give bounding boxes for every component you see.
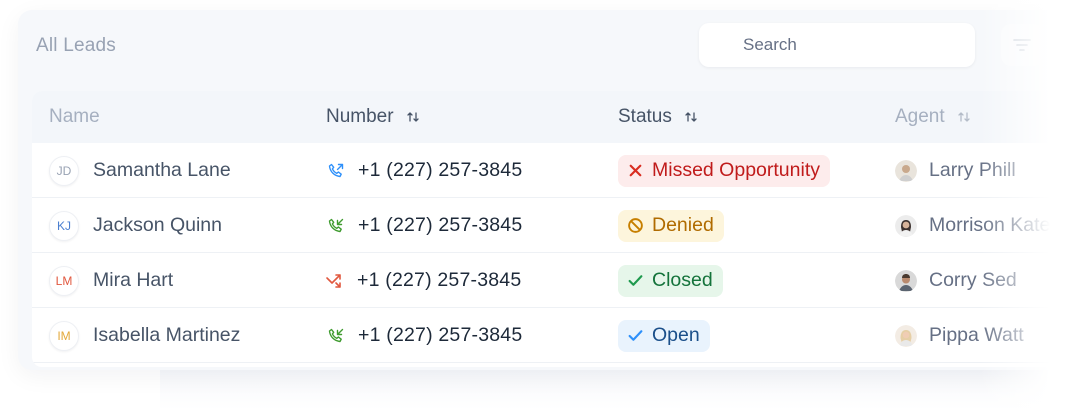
column-header-agent[interactable]: Agent xyxy=(895,106,971,128)
agent-cell: Morrison Kate xyxy=(895,198,1050,253)
column-header-number[interactable]: Number xyxy=(326,106,420,128)
panel-header: All Leads xyxy=(18,10,1064,82)
number-cell: +1 (227) 257-3845 xyxy=(326,198,522,253)
lead-name-cell: IM Isabella Martinez xyxy=(49,308,240,363)
lead-name[interactable]: Mira Hart xyxy=(93,269,173,292)
number-cell: +1 (227) 257-3845 xyxy=(326,143,522,198)
agent-name[interactable]: Pippa Watt xyxy=(929,324,1024,347)
status-cell: Open xyxy=(618,308,710,363)
agent-cell: Corry Sed xyxy=(895,253,1017,308)
incoming-call-icon xyxy=(328,163,344,177)
lead-name-cell: KJ Jackson Quinn xyxy=(49,198,222,253)
agent-name[interactable]: Corry Sed xyxy=(929,269,1017,292)
status-badge: Missed Opportunity xyxy=(618,154,830,187)
column-header-label: Agent xyxy=(895,106,945,127)
status-cell: Denied xyxy=(618,198,724,253)
agent-avatar-larry xyxy=(895,159,917,182)
search-input[interactable] xyxy=(743,23,963,67)
sort-icon[interactable] xyxy=(684,110,698,124)
number-cell: +1 (227) 257-3845 xyxy=(326,308,522,363)
agent-name[interactable]: Morrison Kate xyxy=(929,214,1050,237)
number-cell: +1 (227) 257-3845 xyxy=(325,253,521,308)
table-header: Name Number Status Agent xyxy=(32,91,1064,143)
column-header-name[interactable]: Name xyxy=(49,106,100,128)
phone-number: +1 (227) 257-3845 xyxy=(358,214,523,236)
column-header-label: Status xyxy=(618,106,672,127)
status-label: Missed Opportunity xyxy=(652,159,820,181)
ban-icon xyxy=(628,218,643,233)
status-cell: Missed Opportunity xyxy=(618,143,830,198)
phone-number: +1 (227) 257-3845 xyxy=(357,269,522,291)
filter-button[interactable] xyxy=(1001,24,1043,66)
status-label: Denied xyxy=(652,214,714,236)
agent-cell: Larry Phill xyxy=(895,143,1016,198)
outgoing-call-icon xyxy=(328,328,344,342)
outgoing-call-icon xyxy=(328,218,344,232)
initials-avatar: LM xyxy=(49,265,79,296)
lead-name-cell: JD Samantha Lane xyxy=(49,143,231,198)
filter-icon xyxy=(1013,39,1031,51)
leads-panel: All Leads Name Number Status xyxy=(18,10,1064,370)
column-header-label: Number xyxy=(326,106,394,127)
sort-icon[interactable] xyxy=(957,110,971,124)
status-badge: Closed xyxy=(618,264,723,297)
initials-avatar: JD xyxy=(49,155,79,186)
phone-number: +1 (227) 257-3845 xyxy=(358,324,523,346)
agent-name[interactable]: Larry Phill xyxy=(929,159,1016,182)
missed-call-arrow-icon xyxy=(326,273,341,288)
check-icon xyxy=(628,330,643,341)
status-label: Closed xyxy=(652,269,713,291)
table-row[interactable]: JD Samantha Lane +1 (227) 257-3845 Misse… xyxy=(32,143,1064,198)
lead-name[interactable]: Isabella Martinez xyxy=(93,324,240,347)
column-header-label: Name xyxy=(49,106,100,127)
page-title: All Leads xyxy=(36,35,116,56)
search-box[interactable] xyxy=(699,23,975,67)
status-label: Open xyxy=(652,324,700,346)
lead-name-cell: LM Mira Hart xyxy=(49,253,173,308)
lead-name[interactable]: Samantha Lane xyxy=(93,159,231,182)
agent-avatar-morrison xyxy=(895,214,917,237)
agent-cell: Pippa Watt xyxy=(895,308,1024,363)
initials-avatar: IM xyxy=(49,320,79,351)
status-badge: Open xyxy=(618,319,710,352)
table-row[interactable]: KJ Jackson Quinn +1 (227) 257-3845 Denie… xyxy=(32,198,1064,253)
status-cell: Closed xyxy=(618,253,723,308)
sort-icon[interactable] xyxy=(406,110,420,124)
agent-avatar-corry xyxy=(895,269,917,292)
check-icon xyxy=(628,275,643,286)
leads-table: Name Number Status Agent JD Samantha Lan… xyxy=(32,91,1064,367)
status-badge: Denied xyxy=(618,209,724,242)
initials-avatar: KJ xyxy=(49,210,79,241)
phone-number: +1 (227) 257-3845 xyxy=(358,159,523,181)
lead-name[interactable]: Jackson Quinn xyxy=(93,214,222,237)
agent-avatar-pippa xyxy=(895,324,917,347)
table-row[interactable]: IM Isabella Martinez +1 (227) 257-3845 O… xyxy=(32,308,1064,363)
table-row[interactable]: LM Mira Hart +1 (227) 257-3845 Closed Co… xyxy=(32,253,1064,308)
x-icon xyxy=(629,164,642,177)
column-header-status[interactable]: Status xyxy=(618,106,698,128)
